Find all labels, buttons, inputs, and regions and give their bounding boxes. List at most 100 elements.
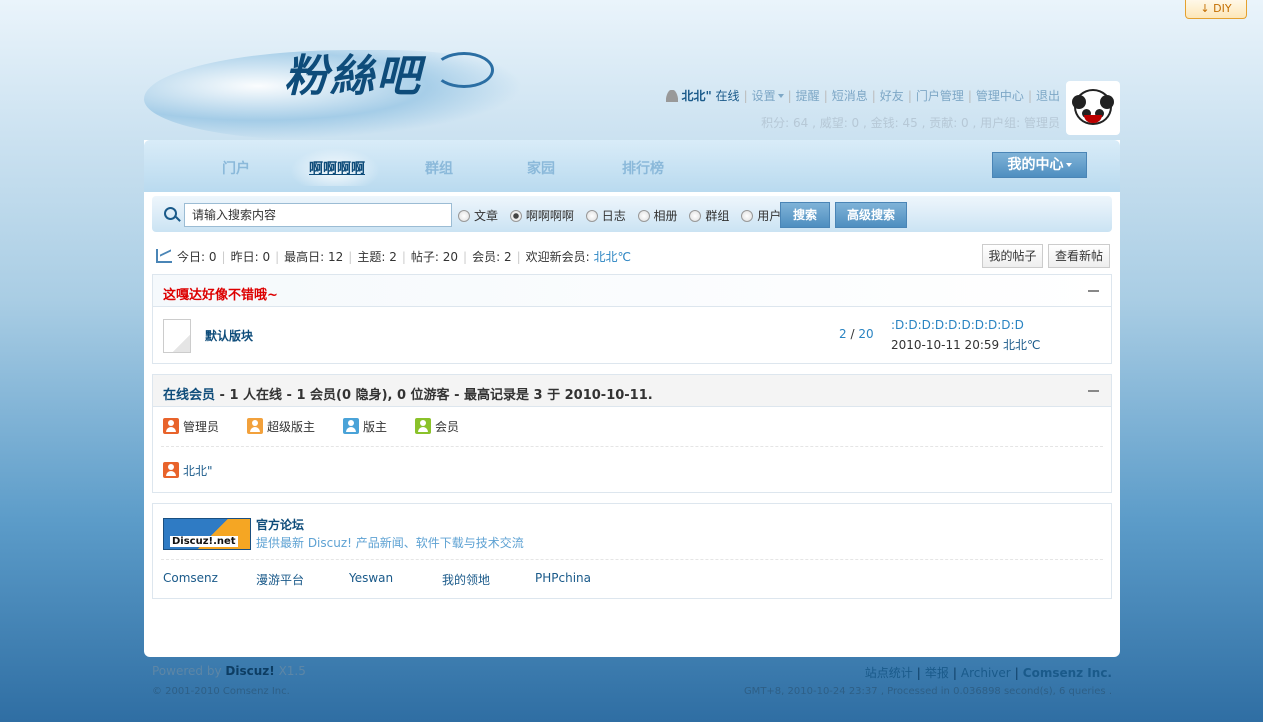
- my-center-button[interactable]: 我的中心: [992, 152, 1087, 178]
- forum-row: 默认版块 2 / 20 :D:D:D:D:D:D:D:D:D:D 2010-10…: [153, 307, 1111, 363]
- online-members-link[interactable]: 在线会员: [163, 388, 215, 403]
- forum-document-icon: [163, 319, 191, 353]
- footer-copyright: © 2001-2010 Comsenz Inc.: [152, 686, 290, 697]
- category-title[interactable]: 这嘎达好像不错哦~: [163, 284, 278, 303]
- collapse-icon[interactable]: [1088, 290, 1099, 292]
- user-credits: 积分: 64 , 威望: 0 , 金钱: 45 , 贡献: 0 , 用户组: 管…: [761, 116, 1060, 130]
- search-input[interactable]: [184, 203, 452, 227]
- link-comsenz[interactable]: Comsenz: [163, 571, 218, 585]
- report-link[interactable]: 举报: [925, 666, 949, 680]
- logout-link[interactable]: 退出: [1036, 89, 1060, 103]
- footer-links: 站点统计 | 举报 | Archiver | Comsenz Inc.: [864, 666, 1112, 680]
- advanced-search-button[interactable]: 高级搜索: [835, 202, 907, 228]
- topics-count: 2: [389, 250, 397, 264]
- forum-topics-count: 2: [839, 327, 847, 341]
- portal-admin-link[interactable]: 门户管理: [916, 89, 964, 103]
- admin-user-icon: [163, 418, 179, 434]
- search-option-user[interactable]: 用户: [741, 207, 781, 224]
- search-option-article[interactable]: 文章: [458, 207, 498, 224]
- link-manyou[interactable]: 漫游平台: [256, 571, 304, 588]
- user-bar: 北北" 在线 | 设置 | 提醒 | 短消息 | 好友 | 门户管理 | 管理中心 | 退出: [666, 87, 1060, 104]
- logo-swirl-graphic: [434, 52, 494, 88]
- avatar[interactable]: [1066, 81, 1120, 135]
- last-post-info: 2010-10-11 20:59 北北℃: [891, 336, 1040, 353]
- search-type-options: 文章 啊啊啊啊 日志 相册 群组 用户: [458, 207, 789, 224]
- settings-link[interactable]: 设置: [752, 89, 776, 103]
- online-members-box: 在线会员 - 1 人在线 - 1 会员(0 隐身), 0 位游客 - 最高记录是…: [152, 374, 1112, 493]
- forum-stats: 今日: 0 | 昨日: 0 | 最高日: 12 | 主题: 2 | 帖子: 20 | 会员: 2 | 欢…: [156, 248, 631, 265]
- main-nav: 门户 啊啊啊啊 群组 家园 排行榜 我的中心: [144, 140, 1120, 192]
- yesterday-count: 0: [262, 250, 271, 264]
- comsenz-link[interactable]: Comsenz Inc.: [1023, 666, 1112, 680]
- new-posts-button[interactable]: 查看新帖: [1048, 244, 1110, 268]
- link-yeswan[interactable]: Yeswan: [349, 571, 393, 585]
- user-icon: [666, 90, 679, 102]
- logo-text: 粉絲吧: [284, 51, 422, 102]
- reminders-link[interactable]: 提醒: [796, 89, 820, 103]
- forum-name-link[interactable]: 默认版块: [205, 327, 253, 344]
- online-user[interactable]: 北北": [163, 462, 213, 479]
- member-legend: 管理员 超级版主 版主 会员: [161, 407, 1103, 447]
- friends-link[interactable]: 好友: [880, 89, 904, 103]
- posts-count: 20: [442, 250, 459, 264]
- nav-portal[interactable]: 门户: [222, 158, 250, 178]
- footer-time-info: GMT+8, 2010-10-24 23:37 , Processed in 0…: [743, 686, 1112, 697]
- online-users-list: 北北": [153, 447, 1111, 491]
- official-forum-link: Discuz!.net 官方论坛 提供最新 Discuz! 产品新闻、软件下载与…: [161, 504, 1103, 560]
- search-button[interactable]: 搜索: [780, 202, 830, 228]
- category-header: 这嘎达好像不错哦~: [153, 275, 1111, 307]
- archiver-link[interactable]: Archiver: [961, 666, 1011, 680]
- forum-posts-count: 20: [858, 327, 874, 341]
- username-link[interactable]: 北北": [681, 89, 711, 103]
- super-moderator-icon: [247, 418, 263, 434]
- link-my-domain[interactable]: 我的领地: [442, 571, 490, 588]
- online-summary: - 1 人在线 - 1 会员(0 隐身), 0 位游客 - 最高记录是 3 于 …: [215, 388, 653, 403]
- max-day-count: 12: [328, 250, 344, 264]
- friend-links-box: Discuz!.net 官方论坛 提供最新 Discuz! 产品新闻、软件下载与…: [152, 503, 1112, 599]
- admin-center-link[interactable]: 管理中心: [976, 89, 1024, 103]
- collapse-icon[interactable]: [1088, 390, 1099, 392]
- footer-powered: Powered by Discuz! X1.5: [152, 664, 306, 678]
- nav-ranking[interactable]: 排行榜: [622, 158, 664, 178]
- diy-button[interactable]: ↓ DIY: [1185, 0, 1247, 19]
- diy-label: DIY: [1213, 2, 1232, 15]
- search-option-album[interactable]: 相册: [637, 207, 678, 224]
- search-option-blog[interactable]: 日志: [585, 207, 626, 224]
- chevron-down-icon: [777, 94, 784, 98]
- search-option-group[interactable]: 群组: [689, 207, 729, 224]
- discuz-link[interactable]: Discuz!: [225, 664, 274, 678]
- admin-user-icon: [163, 462, 179, 478]
- online-header: 在线会员 - 1 人在线 - 1 会员(0 隐身), 0 位游客 - 最高记录是…: [153, 375, 1111, 407]
- legend-super-moderator: 超级版主: [247, 418, 315, 435]
- my-posts-button[interactable]: 我的帖子: [982, 244, 1043, 268]
- last-post-link[interactable]: :D:D:D:D:D:D:D:D:D:D: [891, 318, 1024, 332]
- main-panel: 门户 啊啊啊啊 群组 家园 排行榜 我的中心 文章 啊啊啊啊 日志 相册 群组 …: [144, 140, 1120, 657]
- link-phpchina[interactable]: PHPchina: [535, 571, 591, 585]
- arrow-down-icon: ↓: [1200, 2, 1210, 15]
- legend-member: 会员: [415, 418, 459, 435]
- legend-admin: 管理员: [163, 418, 219, 435]
- members-count: 2: [503, 250, 512, 264]
- site-logo[interactable]: 粉絲吧: [144, 10, 544, 140]
- new-member-link[interactable]: 北北℃: [594, 250, 631, 264]
- site-stats-link[interactable]: 站点统计: [865, 666, 913, 680]
- messages-link[interactable]: 短消息: [832, 89, 868, 103]
- search-icon: [164, 207, 177, 220]
- nav-forum[interactable]: 啊啊啊啊: [309, 158, 365, 178]
- nav-groups[interactable]: 群组: [425, 158, 453, 178]
- official-forum-title[interactable]: 官方论坛: [256, 516, 304, 533]
- online-status[interactable]: 在线: [716, 89, 740, 103]
- member-icon: [415, 418, 431, 434]
- forum-counts: 2 / 20: [839, 327, 874, 341]
- moderator-icon: [343, 418, 359, 434]
- discuz-logo[interactable]: Discuz!.net: [163, 518, 251, 550]
- legend-moderator: 版主: [343, 418, 387, 435]
- chart-icon: [156, 249, 172, 263]
- text-links: Comsenz 漫游平台 Yeswan 我的领地 PHPchina: [153, 560, 1111, 598]
- search-option-forum[interactable]: 啊啊啊啊: [509, 207, 574, 224]
- chevron-down-icon: [1065, 163, 1072, 167]
- nav-home[interactable]: 家园: [527, 158, 555, 178]
- category-box: 这嘎达好像不错哦~ 默认版块 2 / 20 :D:D:D:D:D:D:D:D:D…: [152, 274, 1112, 364]
- last-post-user-link[interactable]: 北北℃: [1003, 338, 1040, 352]
- search-bar: 文章 啊啊啊啊 日志 相册 群组 用户 搜索 高级搜索: [152, 196, 1112, 232]
